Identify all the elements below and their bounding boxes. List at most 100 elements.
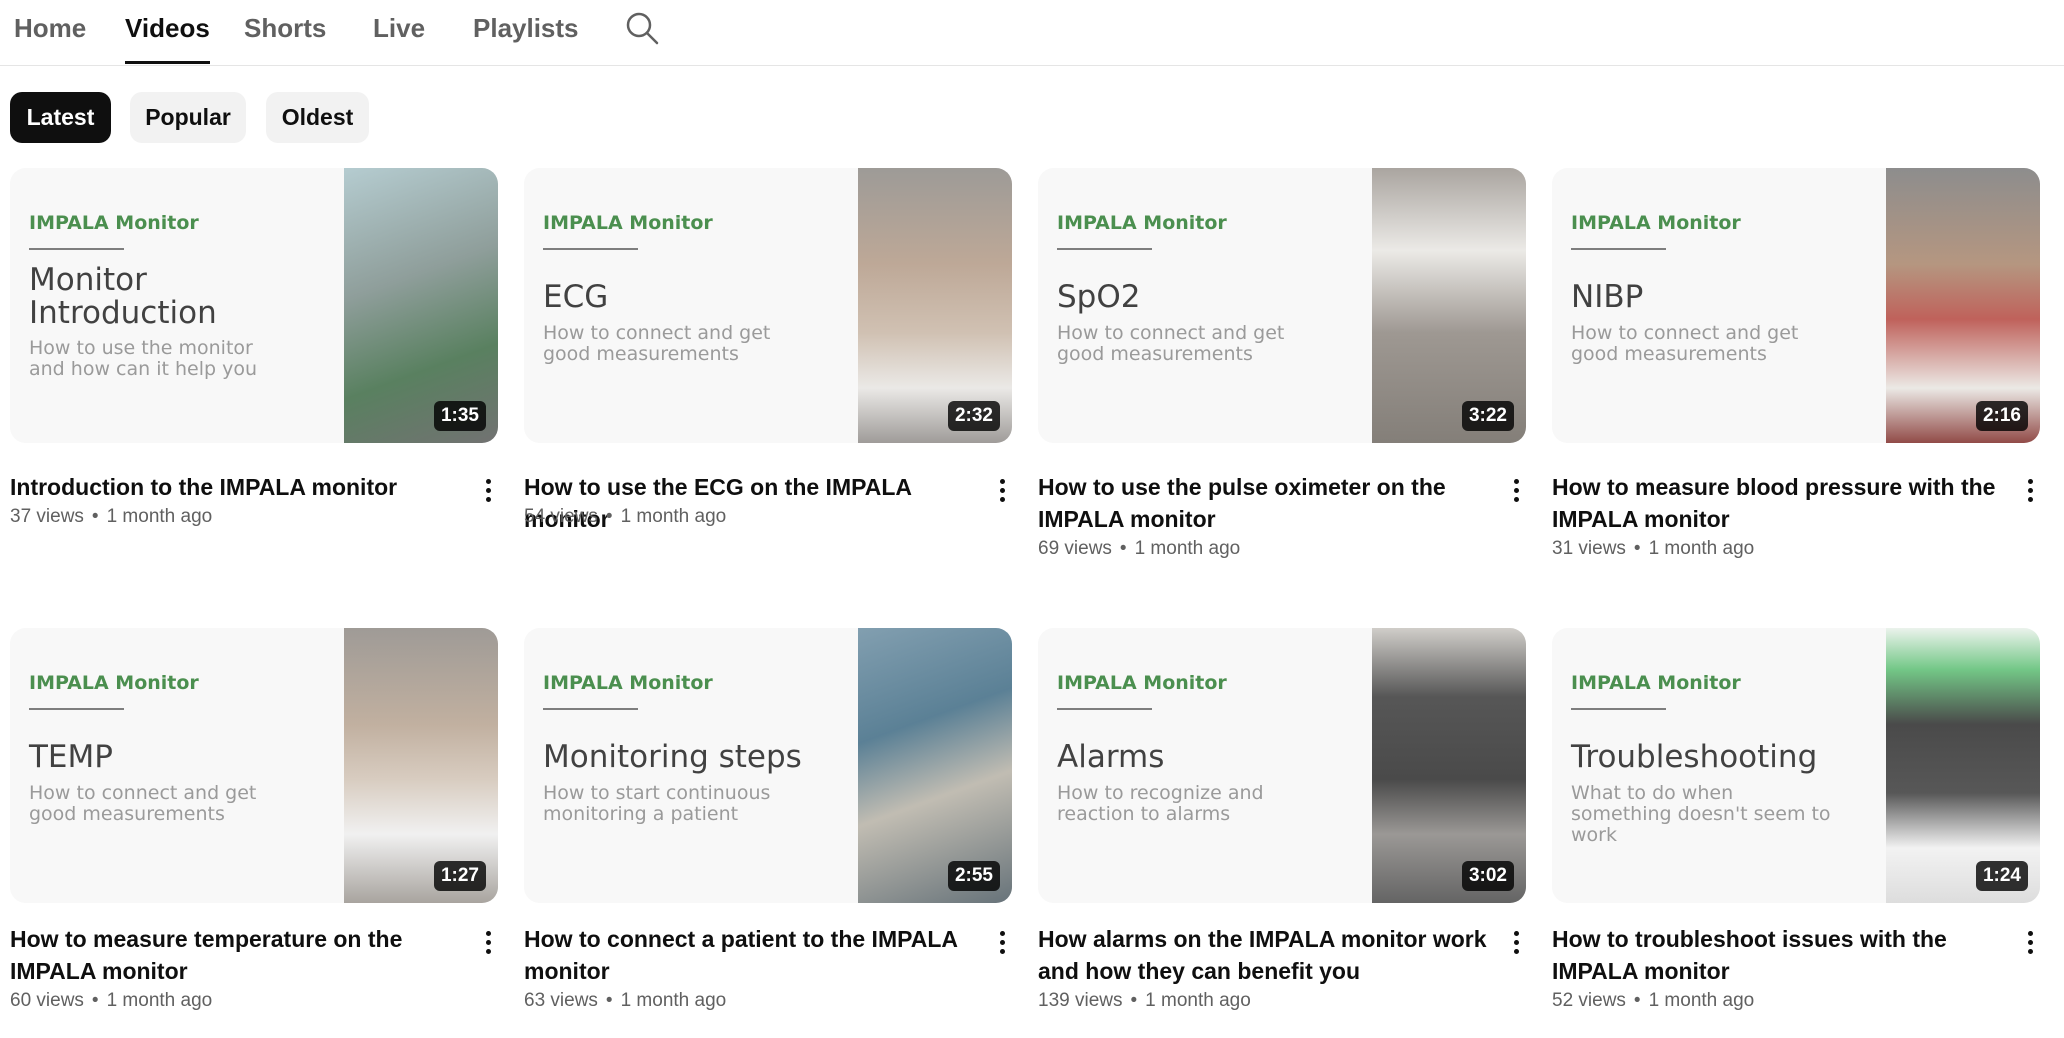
filter-oldest-chip[interactable]: Oldest	[266, 92, 369, 143]
separator-dot: •	[1633, 990, 1641, 1011]
duration-badge: 2:32	[947, 401, 1000, 431]
video-meta: 37 views • 1 month ago	[10, 504, 212, 530]
filter-popular-chip[interactable]: Popular	[130, 92, 246, 143]
video-title[interactable]: How to use the pulse oximeter on the IMP…	[1038, 471, 1490, 535]
thumbnail-subtitle: How to connect and get good measurements	[1057, 322, 1285, 365]
thumbnail-divider	[29, 248, 124, 250]
separator-dot: •	[91, 506, 99, 527]
thumbnail-brand: IMPALA Monitor	[1571, 212, 1741, 234]
more-options-icon[interactable]	[2018, 924, 2042, 960]
view-count: 37 views	[10, 506, 84, 527]
video-title[interactable]: How alarms on the IMPALA monitor work an…	[1038, 923, 1490, 987]
thumbnail-topic: TEMP	[29, 739, 113, 775]
video-meta: 69 views • 1 month ago	[1038, 536, 1240, 562]
channel-tabs: Home Videos Shorts Live Playlists	[0, 0, 2064, 66]
video-meta: 139 views • 1 month ago	[1038, 988, 1251, 1014]
duration-badge: 3:02	[1461, 861, 1514, 891]
thumbnail-divider	[543, 708, 638, 710]
video-title[interactable]: How to measure blood pressure with the I…	[1552, 471, 2004, 535]
video-title[interactable]: How to troubleshoot issues with the IMPA…	[1552, 923, 2004, 987]
video-meta: 52 views • 1 month ago	[1552, 988, 1754, 1014]
more-options-icon[interactable]	[2018, 472, 2042, 508]
thumbnail-subtitle: How to connect and get good measurements	[29, 782, 257, 825]
upload-age: 1 month ago	[620, 506, 727, 527]
video-thumbnail[interactable]: IMPALA Monitor ECG How to connect and ge…	[524, 168, 1012, 443]
video-thumbnail[interactable]: IMPALA Monitor Monitor Introduction How …	[10, 168, 498, 443]
view-count: 31 views	[1552, 538, 1626, 559]
thumbnail-brand: IMPALA Monitor	[1057, 672, 1227, 694]
view-count: 60 views	[10, 990, 84, 1011]
more-options-icon[interactable]	[476, 924, 500, 960]
thumbnail-divider	[1057, 248, 1152, 250]
more-options-icon[interactable]	[990, 924, 1014, 960]
thumbnail-topic: Troubleshooting	[1571, 739, 1818, 775]
search-icon[interactable]	[624, 10, 660, 46]
thumbnail-topic: SpO2	[1057, 279, 1141, 315]
thumbnail-brand: IMPALA Monitor	[543, 672, 713, 694]
thumbnail-divider	[1571, 248, 1666, 250]
upload-age: 1 month ago	[106, 506, 213, 527]
upload-age: 1 month ago	[106, 990, 213, 1011]
thumbnail-topic: Monitoring steps	[543, 739, 802, 775]
thumbnail-brand: IMPALA Monitor	[1571, 672, 1741, 694]
duration-badge: 1:27	[433, 861, 486, 891]
duration-badge: 3:22	[1461, 401, 1514, 431]
filter-latest-chip[interactable]: Latest	[10, 92, 111, 143]
upload-age: 1 month ago	[1145, 990, 1251, 1011]
video-thumbnail[interactable]: IMPALA Monitor Alarms How to recognize a…	[1038, 628, 1526, 903]
thumbnail-subtitle: How to recognize and reaction to alarms	[1057, 782, 1264, 825]
duration-badge: 2:16	[1975, 401, 2028, 431]
video-thumbnail[interactable]: IMPALA Monitor Monitoring steps How to s…	[524, 628, 1012, 903]
thumbnail-topic: Monitor Introduction	[29, 262, 217, 331]
more-options-icon[interactable]	[1504, 472, 1528, 508]
thumbnail-subtitle: How to use the monitor and how can it he…	[29, 337, 257, 380]
more-options-icon[interactable]	[1504, 924, 1528, 960]
view-count: 139 views	[1038, 990, 1123, 1011]
separator-dot: •	[605, 990, 613, 1011]
upload-age: 1 month ago	[1134, 538, 1241, 559]
video-meta: 63 views • 1 month ago	[524, 988, 726, 1014]
video-title[interactable]: How to connect a patient to the IMPALA m…	[524, 923, 976, 987]
view-count: 63 views	[524, 990, 598, 1011]
upload-age: 1 month ago	[1648, 538, 1755, 559]
upload-age: 1 month ago	[620, 990, 727, 1011]
video-title[interactable]: Introduction to the IMPALA monitor	[10, 471, 462, 503]
separator-dot: •	[1633, 538, 1641, 559]
separator-dot: •	[1130, 990, 1138, 1011]
thumbnail-subtitle: How to connect and get good measurements	[543, 322, 771, 365]
thumbnail-topic: Alarms	[1057, 739, 1165, 775]
thumbnail-divider	[1571, 708, 1666, 710]
more-options-icon[interactable]	[476, 472, 500, 508]
video-meta: 60 views • 1 month ago	[10, 988, 212, 1014]
upload-age: 1 month ago	[1648, 990, 1755, 1011]
thumbnail-subtitle: How to start continuous monitoring a pat…	[543, 782, 771, 825]
video-thumbnail[interactable]: IMPALA Monitor Troubleshooting What to d…	[1552, 628, 2040, 903]
view-count: 52 views	[1552, 990, 1626, 1011]
tab-playlists[interactable]: Playlists	[473, 10, 579, 66]
view-count: 54 views	[524, 506, 598, 527]
video-thumbnail[interactable]: IMPALA Monitor SpO2 How to connect and g…	[1038, 168, 1526, 443]
view-count: 69 views	[1038, 538, 1112, 559]
thumbnail-topic: ECG	[543, 279, 609, 315]
thumbnail-divider	[29, 708, 124, 710]
separator-dot: •	[91, 990, 99, 1011]
separator-dot: •	[1119, 538, 1127, 559]
video-title[interactable]: How to measure temperature on the IMPALA…	[10, 923, 462, 987]
tab-shorts[interactable]: Shorts	[244, 10, 326, 66]
thumbnail-topic: NIBP	[1571, 279, 1644, 315]
video-thumbnail[interactable]: IMPALA Monitor NIBP How to connect and g…	[1552, 168, 2040, 443]
video-meta: 31 views • 1 month ago	[1552, 536, 1754, 562]
duration-badge: 1:35	[433, 401, 486, 431]
thumbnail-brand: IMPALA Monitor	[29, 672, 199, 694]
video-meta: 54 views • 1 month ago	[524, 504, 726, 530]
thumbnail-subtitle: What to do when something doesn't seem t…	[1571, 782, 1831, 846]
duration-badge: 2:55	[947, 861, 1000, 891]
tab-home[interactable]: Home	[14, 10, 86, 66]
thumbnail-brand: IMPALA Monitor	[1057, 212, 1227, 234]
video-thumbnail[interactable]: IMPALA Monitor TEMP How to connect and g…	[10, 628, 498, 903]
thumbnail-brand: IMPALA Monitor	[543, 212, 713, 234]
tab-live[interactable]: Live	[373, 10, 425, 66]
more-options-icon[interactable]	[990, 472, 1014, 508]
tab-videos[interactable]: Videos	[125, 10, 210, 66]
thumbnail-divider	[1057, 708, 1152, 710]
